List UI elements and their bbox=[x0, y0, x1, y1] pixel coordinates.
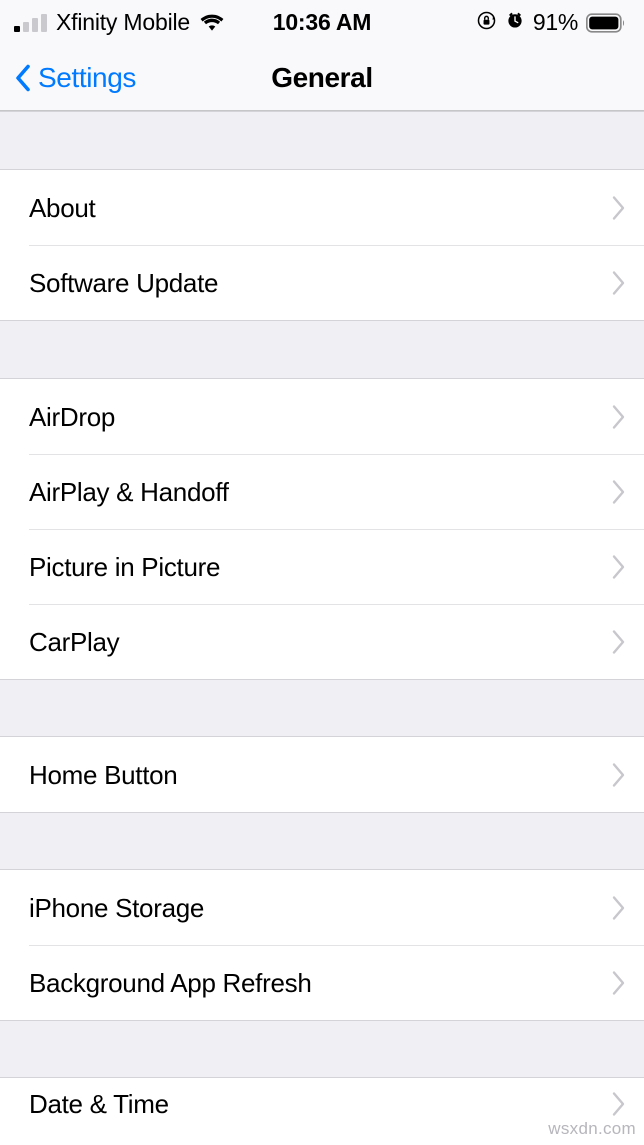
status-bar-left: Xfinity Mobile bbox=[14, 9, 225, 36]
row-airplay-handoff[interactable]: AirPlay & Handoff bbox=[0, 454, 644, 529]
chevron-right-icon bbox=[611, 195, 626, 221]
watermark: wsxdn.com bbox=[548, 1119, 636, 1138]
chevron-right-icon bbox=[611, 762, 626, 788]
clock-label: 10:36 AM bbox=[272, 9, 372, 35]
row-airdrop[interactable]: AirDrop bbox=[0, 379, 644, 454]
battery-percent-label: 91% bbox=[532, 9, 578, 35]
chevron-right-icon bbox=[611, 554, 626, 580]
row-background-app-refresh[interactable]: Background App Refresh bbox=[0, 945, 644, 1020]
row-label: CarPlay bbox=[29, 626, 120, 657]
back-button[interactable]: Settings bbox=[0, 62, 136, 94]
back-button-label: Settings bbox=[38, 61, 136, 93]
row-label: Date & Time bbox=[29, 1089, 169, 1119]
battery-full-icon bbox=[585, 12, 626, 33]
row-label: Software Update bbox=[29, 267, 219, 298]
section-gap-top bbox=[0, 111, 644, 170]
chevron-right-icon bbox=[611, 1091, 626, 1117]
section-gap-home-button bbox=[0, 679, 644, 737]
row-label: AirPlay & Handoff bbox=[29, 476, 229, 507]
row-about[interactable]: About bbox=[0, 170, 644, 245]
row-label: Picture in Picture bbox=[29, 551, 221, 582]
settings-list: About Software Update AirDrop AirPlay & … bbox=[0, 111, 644, 1130]
signal-bars-icon bbox=[14, 13, 47, 32]
status-bar: Xfinity Mobile 10:36 AM 91% bbox=[0, 0, 644, 45]
navigation-bar: Settings General bbox=[0, 45, 644, 111]
section-storage: iPhone Storage Background App Refresh bbox=[0, 870, 644, 1020]
chevron-right-icon bbox=[611, 970, 626, 996]
rotation-lock-icon bbox=[476, 10, 497, 36]
page-title-label: General bbox=[271, 62, 373, 93]
wifi-icon bbox=[199, 13, 225, 33]
section-gap-date-time bbox=[0, 1020, 644, 1078]
row-label: About bbox=[29, 192, 96, 223]
row-picture-in-picture[interactable]: Picture in Picture bbox=[0, 529, 644, 604]
chevron-right-icon bbox=[611, 629, 626, 655]
chevron-left-icon bbox=[14, 63, 31, 93]
status-bar-right: 91% bbox=[476, 9, 626, 36]
row-label: AirDrop bbox=[29, 401, 116, 432]
chevron-right-icon bbox=[611, 895, 626, 921]
section-gap-connectivity bbox=[0, 320, 644, 379]
chevron-right-icon bbox=[611, 404, 626, 430]
chevron-right-icon bbox=[611, 270, 626, 296]
row-label: iPhone Storage bbox=[29, 892, 205, 923]
row-home-button[interactable]: Home Button bbox=[0, 737, 644, 812]
row-software-update[interactable]: Software Update bbox=[0, 245, 644, 320]
section-about: About Software Update bbox=[0, 170, 644, 320]
row-label: Home Button bbox=[29, 759, 178, 790]
row-iphone-storage[interactable]: iPhone Storage bbox=[0, 870, 644, 945]
chevron-right-icon bbox=[611, 479, 626, 505]
carrier-label: Xfinity Mobile bbox=[56, 9, 190, 35]
section-home-button: Home Button bbox=[0, 737, 644, 812]
section-connectivity: AirDrop AirPlay & Handoff Picture in Pic… bbox=[0, 379, 644, 679]
section-gap-storage bbox=[0, 812, 644, 870]
alarm-clock-icon bbox=[505, 10, 525, 35]
iphone-settings-general-screen: Xfinity Mobile 10:36 AM 91% Settings Gen… bbox=[0, 0, 644, 1145]
row-label: Background App Refresh bbox=[29, 967, 312, 998]
row-carplay[interactable]: CarPlay bbox=[0, 604, 644, 679]
